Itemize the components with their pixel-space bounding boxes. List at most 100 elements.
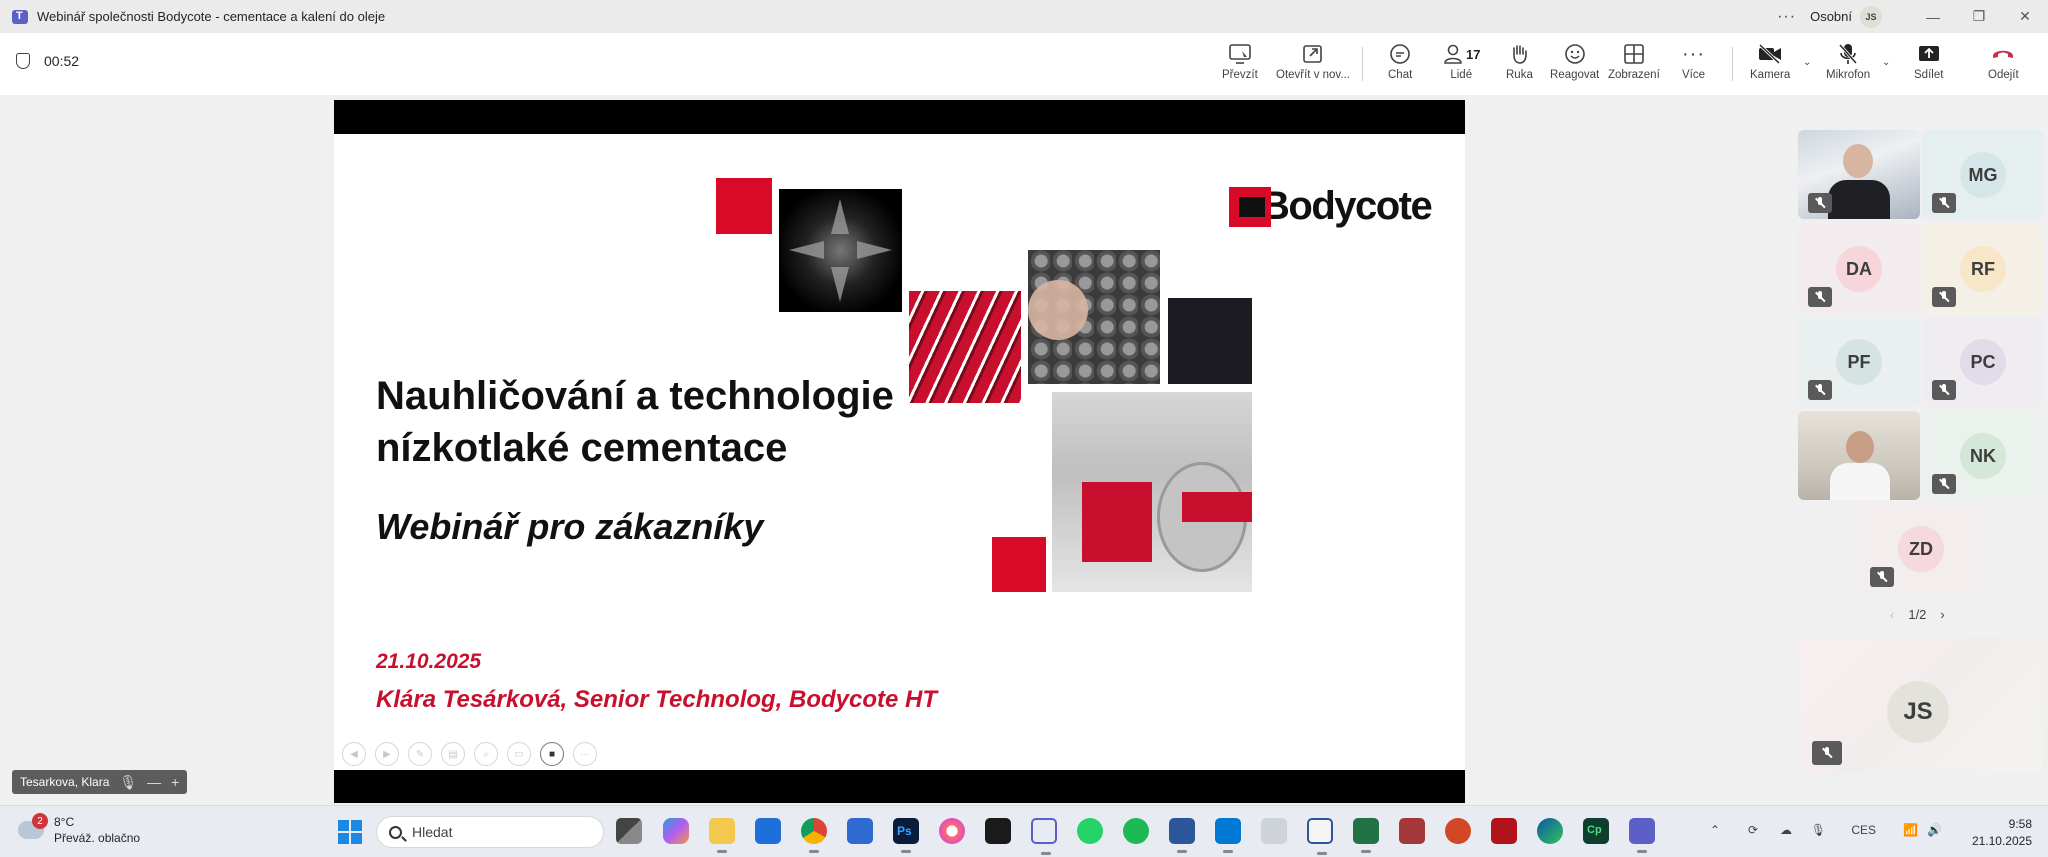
self-view-tile[interactable]: JS bbox=[1798, 637, 2042, 773]
taskbar-search[interactable]: Hledat bbox=[376, 816, 604, 848]
mic-muted-icon bbox=[1877, 571, 1887, 583]
participant-tile[interactable] bbox=[1798, 130, 1920, 219]
muted-indicator bbox=[1932, 193, 1956, 213]
mic-button[interactable]: Mikrofon bbox=[1826, 41, 1870, 89]
participant-avatar: MG bbox=[1960, 152, 2006, 198]
notification-badge: 2 bbox=[32, 813, 48, 829]
video-body bbox=[1828, 180, 1890, 219]
edge-icon[interactable] bbox=[1537, 818, 1563, 844]
save-app-icon[interactable] bbox=[847, 818, 873, 844]
muted-indicator bbox=[1870, 567, 1894, 587]
spotify-icon[interactable] bbox=[1123, 818, 1149, 844]
logo-mark bbox=[1229, 186, 1271, 227]
word-icon[interactable] bbox=[1169, 818, 1195, 853]
onedrive-icon[interactable]: ☁ bbox=[1780, 823, 1792, 837]
furnace-red-2 bbox=[1182, 492, 1252, 522]
participant-tile[interactable] bbox=[1798, 411, 1920, 500]
next-page-chevron-icon[interactable]: › bbox=[1940, 607, 1944, 622]
zoom-icon[interactable]: ⌕ bbox=[474, 742, 498, 766]
volume-icon[interactable]: 🔊 bbox=[1927, 823, 1942, 837]
subtitles-icon[interactable]: ▭ bbox=[507, 742, 531, 766]
participant-tile[interactable]: DA bbox=[1798, 224, 1920, 313]
bodycote-logo: Bodycote bbox=[1229, 184, 1433, 229]
clock-date: 21.10.2025 bbox=[1971, 834, 2032, 848]
mic-muted-icon bbox=[1939, 291, 1949, 303]
teams-taskbar-icon[interactable] bbox=[1629, 818, 1655, 853]
mic-tray-icon[interactable]: 🎙 bbox=[1811, 823, 1826, 837]
camera-button[interactable]: Kamera bbox=[1750, 41, 1790, 89]
task-view-icon[interactable] bbox=[616, 818, 642, 844]
take-control-icon bbox=[1229, 44, 1251, 64]
react-button[interactable]: Reagovat bbox=[1550, 41, 1599, 89]
leave-button[interactable]: Odejít bbox=[1988, 41, 2019, 89]
sharpen-app-icon[interactable] bbox=[1491, 818, 1517, 844]
chevron-up-icon[interactable]: ⌃ bbox=[1710, 823, 1720, 837]
weather-widget[interactable]: 2 8°C Převáž. oblačno bbox=[18, 813, 140, 846]
more-button[interactable]: ··· Více bbox=[1682, 41, 1705, 89]
excel-icon[interactable] bbox=[1353, 818, 1379, 853]
mic-muted-icon bbox=[1939, 478, 1949, 490]
language-indicator[interactable]: CES bbox=[1851, 823, 1876, 837]
open-new-window-button[interactable]: Otevřít v nov... bbox=[1276, 41, 1350, 89]
gallery-pager: ‹ 1/2 › bbox=[1890, 607, 1945, 622]
minimize-button[interactable]: — bbox=[1910, 0, 1956, 33]
chat-button[interactable]: Chat bbox=[1388, 41, 1412, 89]
camera-options-chevron-icon[interactable]: ⌄ bbox=[1803, 57, 1811, 68]
shield-icon bbox=[16, 53, 30, 69]
close-button[interactable]: ✕ bbox=[2002, 0, 2048, 33]
share-button[interactable]: Sdílet bbox=[1914, 41, 1943, 89]
zoom-in-icon[interactable]: + bbox=[171, 774, 179, 790]
creative-cloud-icon[interactable] bbox=[939, 818, 965, 844]
photoshop-icon[interactable]: Ps bbox=[893, 818, 919, 853]
next-slide-icon[interactable]: ▶ bbox=[375, 742, 399, 766]
participant-tile[interactable]: MG bbox=[1922, 130, 2044, 219]
meeting-stage: Bodycote Nauhličování a technologie nízk… bbox=[0, 95, 2048, 805]
visio-icon[interactable] bbox=[1307, 818, 1333, 855]
more-options-icon[interactable]: ··· bbox=[1777, 8, 1796, 26]
previous-page-chevron-icon[interactable]: ‹ bbox=[1890, 607, 1894, 622]
camera-toggle-icon[interactable]: ■ bbox=[540, 742, 564, 766]
share-label: Sdílet bbox=[1914, 69, 1944, 81]
file-explorer-icon[interactable] bbox=[709, 818, 735, 853]
view-button[interactable]: Zobrazení bbox=[1608, 41, 1660, 89]
start-button[interactable] bbox=[338, 820, 362, 844]
acrobat-icon[interactable] bbox=[985, 818, 1011, 844]
slides-icon[interactable]: ▤ bbox=[441, 742, 465, 766]
pdf-app-icon[interactable] bbox=[1445, 818, 1471, 844]
muted-indicator bbox=[1932, 380, 1956, 400]
weather-temp: 8°C bbox=[54, 815, 75, 829]
participant-tile[interactable]: ZD bbox=[1860, 504, 1982, 593]
mic-muted-icon bbox=[1939, 384, 1949, 396]
raise-hand-button[interactable]: Ruka bbox=[1506, 41, 1533, 89]
zoom-out-icon[interactable]: — bbox=[147, 774, 161, 790]
take-control-button[interactable]: Převzít bbox=[1222, 41, 1258, 89]
clock[interactable]: 9:58 21.10.2025 bbox=[1972, 816, 2032, 850]
participant-tile[interactable]: NK bbox=[1922, 411, 2044, 500]
participant-tile[interactable]: RF bbox=[1922, 224, 2044, 313]
furnace-factory-image bbox=[1052, 392, 1252, 592]
participant-tile[interactable]: PC bbox=[1922, 317, 2044, 406]
camera-off-icon bbox=[1759, 43, 1782, 65]
profile-avatar[interactable]: JS bbox=[1860, 5, 1882, 28]
copilot-icon[interactable] bbox=[663, 818, 689, 844]
participant-tile[interactable]: PF bbox=[1798, 317, 1920, 406]
slide-date: 21.10.2025 bbox=[376, 650, 482, 673]
access-icon[interactable] bbox=[1399, 818, 1425, 844]
whatsapp-icon[interactable] bbox=[1077, 818, 1103, 844]
previous-slide-icon[interactable]: ◀ bbox=[342, 742, 366, 766]
calculator-icon[interactable] bbox=[1261, 818, 1287, 844]
profile-label[interactable]: Osobní bbox=[1810, 9, 1852, 24]
store-icon[interactable] bbox=[755, 818, 781, 844]
snipping-tool-icon[interactable] bbox=[1031, 818, 1057, 855]
wifi-icon[interactable]: 📶 bbox=[1903, 823, 1918, 837]
pen-icon[interactable]: ✎ bbox=[408, 742, 432, 766]
sync-icon[interactable]: ⟳ bbox=[1748, 823, 1758, 837]
people-button[interactable]: 17 Lidé bbox=[1442, 41, 1480, 89]
chrome-icon[interactable] bbox=[801, 818, 827, 853]
mic-options-chevron-icon[interactable]: ⌄ bbox=[1882, 57, 1890, 68]
maximize-button[interactable]: ❐ bbox=[1956, 0, 2002, 33]
outlook-icon[interactable] bbox=[1215, 818, 1241, 853]
more-icon[interactable]: ··· bbox=[573, 742, 597, 766]
cp-app-icon[interactable]: Cp bbox=[1583, 818, 1609, 844]
mic-muted-icon bbox=[1939, 197, 1949, 209]
